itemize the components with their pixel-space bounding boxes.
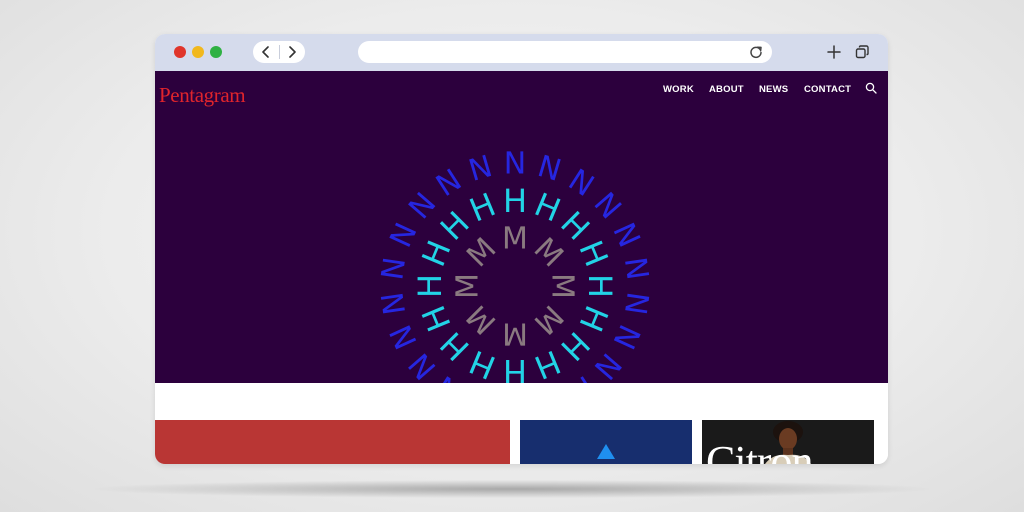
minimize-window-button[interactable] — [192, 46, 204, 58]
emblem-letter-outer: N — [617, 290, 655, 317]
emblem-letter-middle: H — [529, 342, 566, 383]
emblem-letter-outer: N — [375, 290, 413, 317]
emblem-letter-outer: N — [465, 149, 496, 189]
emblem-letter-inner: M — [502, 316, 528, 351]
nav-news[interactable]: NEWS — [759, 84, 788, 95]
emblem-letter-outer: N — [617, 255, 655, 282]
chevron-left-icon — [262, 46, 269, 58]
emblem-letter-middle: H — [503, 352, 527, 383]
emblem-letter-middle: H — [414, 300, 458, 337]
window-shadow — [95, 480, 929, 498]
emblem-letter-middle: H — [464, 185, 501, 229]
search-icon[interactable] — [865, 82, 877, 94]
tabs-icon[interactable] — [854, 44, 870, 60]
browser-toolbar — [155, 34, 888, 71]
project-tile-red[interactable] — [155, 420, 510, 464]
reload-icon[interactable] — [749, 45, 763, 59]
webpage: Pentagram WORK ABOUT NEWS CONTACT NNNNNN… — [155, 71, 888, 464]
project-tile-portrait[interactable]: Citron — [702, 420, 874, 464]
emblem-letter-outer: N — [562, 368, 600, 383]
nav-work[interactable]: WORK — [663, 84, 694, 95]
forward-button[interactable] — [279, 41, 305, 63]
back-button[interactable] — [253, 41, 279, 63]
triangle-logo-icon — [597, 444, 615, 459]
nav-contact[interactable]: CONTACT — [804, 84, 851, 95]
close-window-button[interactable] — [174, 46, 186, 58]
maximize-window-button[interactable] — [210, 46, 222, 58]
chevron-right-icon — [289, 46, 296, 58]
emblem-letter-outer: N — [430, 163, 468, 205]
plus-icon[interactable] — [826, 44, 842, 60]
site-logo[interactable]: Pentagram — [159, 83, 246, 108]
emblem-letter-outer: N — [375, 255, 413, 282]
emblem-letter-middle: H — [581, 274, 619, 298]
emblem-letter-outer: N — [504, 147, 526, 182]
browser-window: Pentagram WORK ABOUT NEWS CONTACT NNNNNN… — [155, 34, 888, 464]
emblem-letter-outer: N — [534, 149, 565, 189]
emblem-letter-inner: M — [451, 273, 486, 299]
emblem-letter-inner: M — [502, 222, 528, 257]
project-tile-blue[interactable] — [520, 420, 692, 464]
history-nav — [253, 41, 305, 63]
nav-about[interactable]: ABOUT — [709, 84, 744, 95]
tile-headline: Citron — [706, 437, 813, 465]
emblem-letter-inner: M — [545, 273, 580, 299]
emblem-letter-middle: H — [571, 235, 615, 272]
emblem-letter-middle: H — [411, 274, 449, 298]
letter-ring-emblem: NNNNNNNNNNNNNNNNNNNNNNHHHHHHHHHHHHHHHHMM… — [375, 147, 655, 384]
address-bar[interactable] — [358, 41, 772, 63]
emblem-letter-outer: N — [562, 163, 600, 205]
hero-section: Pentagram WORK ABOUT NEWS CONTACT NNNNNN… — [155, 71, 888, 383]
emblem-letter-middle: H — [503, 182, 527, 220]
